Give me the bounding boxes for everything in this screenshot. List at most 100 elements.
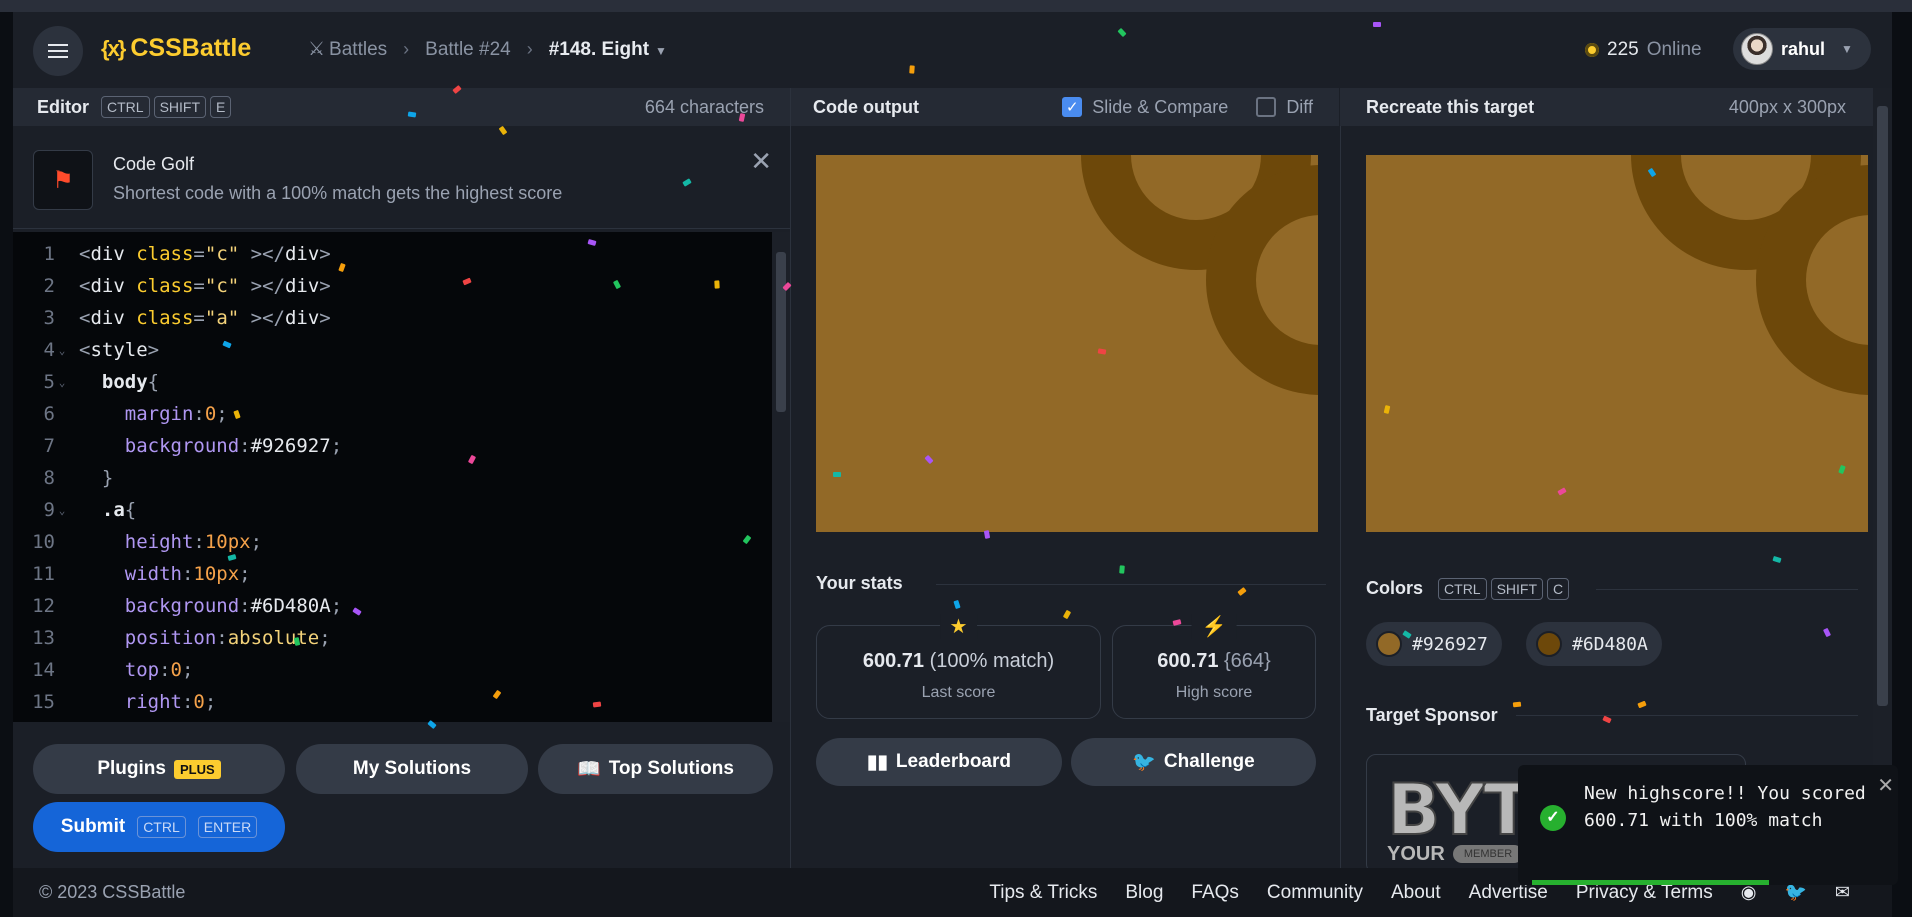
chevron-down-icon: ▼ [655,43,667,58]
code-line[interactable]: 9 ⌄ .a{ [13,494,137,526]
toast-message: New highscore!! You scored 600.71 with 1… [1584,783,1866,831]
confetti-piece [714,280,720,289]
top-solutions-button[interactable]: 📖 Top Solutions [538,744,773,794]
code-line[interactable]: 1 <div class="c" ></div> [13,238,331,270]
breadcrumb: ⚔ Battles › Battle #24 › #148. Eight ▼ [308,38,667,61]
submit-button[interactable]: Submit CTRL ENTER [33,802,285,852]
code-line[interactable]: 12 background:#6D480A; [13,590,342,622]
breadcrumb-battles[interactable]: ⚔ Battles [308,38,387,61]
confetti-piece [1237,587,1247,596]
editor-scrollbar[interactable] [772,232,790,722]
editor-title: Editor [37,96,89,117]
bolt-icon: ⚡ [1191,614,1237,639]
code-line[interactable]: 11 width:10px; [13,558,251,590]
editor-shortcut: CTRL SHIFT E [97,96,232,118]
breadcrumb-current[interactable]: #148. Eight ▼ [549,39,667,61]
color-swatch-1[interactable]: #926927 [1366,622,1502,666]
menu-icon [48,50,68,52]
discord-icon[interactable]: ◉ [1741,882,1757,903]
my-solutions-button[interactable]: My Solutions [296,744,528,794]
footer-link-tips[interactable]: Tips & Tricks [989,882,1097,904]
line-number: 11 [32,563,55,585]
code-line[interactable]: 7 background:#926927; [13,430,343,462]
line-number: 9 [43,499,55,521]
confetti-piece [909,65,915,74]
golf-title: Code Golf [113,154,195,174]
fold-icon[interactable]: ⌄ [55,376,69,389]
code-line[interactable]: 5 ⌄ body{ [13,366,160,398]
golf-flag-icon: ⚑ [33,150,93,210]
bar-chart-icon: ▮▮ [866,751,888,773]
swatch-dot [1536,631,1562,657]
toast-progress [1532,880,1769,885]
color-swatch-2[interactable]: #6D480A [1526,622,1662,666]
code-line[interactable]: 6 margin:0; [13,398,228,430]
star-icon: ★ [939,614,978,639]
twitter-icon[interactable]: 🐦 [1784,882,1806,903]
check-icon: ✓ [1540,805,1566,831]
fold-icon[interactable]: ⌄ [55,344,69,357]
confetti-piece [1822,627,1832,638]
code-line[interactable]: 4 ⌄ <style> [13,334,160,366]
code-line[interactable]: 8 } [13,462,114,494]
confetti-piece [1119,565,1125,574]
chevron-down-icon: ▼ [1841,42,1853,56]
slide-compare-label[interactable]: Slide & Compare [1092,97,1228,118]
code-line[interactable]: 15 right:0; [13,686,216,718]
breadcrumb-battle[interactable]: Battle #24 [425,39,511,61]
coin-icon [1585,43,1599,57]
confetti-piece [1772,555,1782,564]
code-line[interactable]: 14 top:0; [13,654,193,686]
golf-subtitle: Shortest code with a 100% match gets the… [113,183,563,203]
confetti-piece [407,111,417,118]
diff-checkbox[interactable] [1256,97,1277,117]
slide-compare-checkbox[interactable]: ✓ [1062,97,1083,117]
email-icon[interactable]: ✉ [1835,882,1850,903]
last-score-card: ★ 600.71 (100% match) Last score [816,614,1101,719]
confetti-piece [592,701,602,708]
line-number: 7 [43,435,55,457]
line-number: 2 [43,275,55,297]
divider [790,88,791,868]
divider [1516,715,1858,716]
code-golf-banner: ⚑ Code Golf Shortest code with a 100% ma… [13,126,790,229]
close-icon[interactable]: ✕ [1877,773,1894,798]
leaderboard-button[interactable]: ▮▮ Leaderboard [816,738,1062,786]
line-number: 13 [32,627,55,649]
editor-header: Editor CTRL SHIFT E 664 characters [13,88,790,126]
diff-label[interactable]: Diff [1286,97,1313,118]
page-scrollbar[interactable] [1873,88,1892,868]
code-line[interactable]: 3 <div class="a" ></div> [13,302,331,334]
output-title: Code output [813,96,919,117]
top-strip [0,0,1912,12]
code-line[interactable]: 13 position:absolute; [13,622,331,654]
swatch-dot [1376,631,1402,657]
plugins-button[interactable]: Plugins PLUS [33,744,285,794]
footer-link-blog[interactable]: Blog [1125,882,1163,904]
footer-link-faqs[interactable]: FAQs [1191,882,1239,904]
target-title: Recreate this target [1366,96,1535,117]
fold-icon[interactable]: ⌄ [55,504,69,517]
book-icon: 📖 [577,759,601,780]
footer-link-about[interactable]: About [1391,882,1441,904]
code-line[interactable]: 10 height:10px; [13,526,262,558]
twitter-icon: 🐦 [1132,752,1156,773]
menu-button[interactable] [33,26,83,76]
username: rahul [1781,38,1826,59]
highscore-toast: ✓ New highscore!! You scored 600.71 with… [1518,765,1898,885]
challenge-button[interactable]: 🐦 Challenge [1071,738,1316,786]
footer-link-community[interactable]: Community [1267,882,1363,904]
logo[interactable]: {x} CSSBattle [101,34,251,63]
confetti-piece [1637,700,1647,709]
code-output-canvas[interactable] [816,155,1318,532]
colors-title: Colors CTRL SHIFT C [1366,578,1570,600]
online-indicator: 225 Online [1585,39,1702,61]
user-menu[interactable]: rahul ▼ [1733,28,1871,70]
line-number: 4 [43,339,55,361]
confetti-piece [1062,609,1072,620]
target-size: 400px x 300px [1728,96,1846,117]
close-icon[interactable]: ✕ [750,146,772,177]
app: {x} CSSBattle ⚔ Battles › Battle #24 › #1… [13,12,1898,917]
code-line[interactable]: 2 <div class="c" ></div> [13,270,331,302]
code-editor[interactable]: 1 <div class="c" ></div> 2 <div class="c" >… [13,232,790,722]
